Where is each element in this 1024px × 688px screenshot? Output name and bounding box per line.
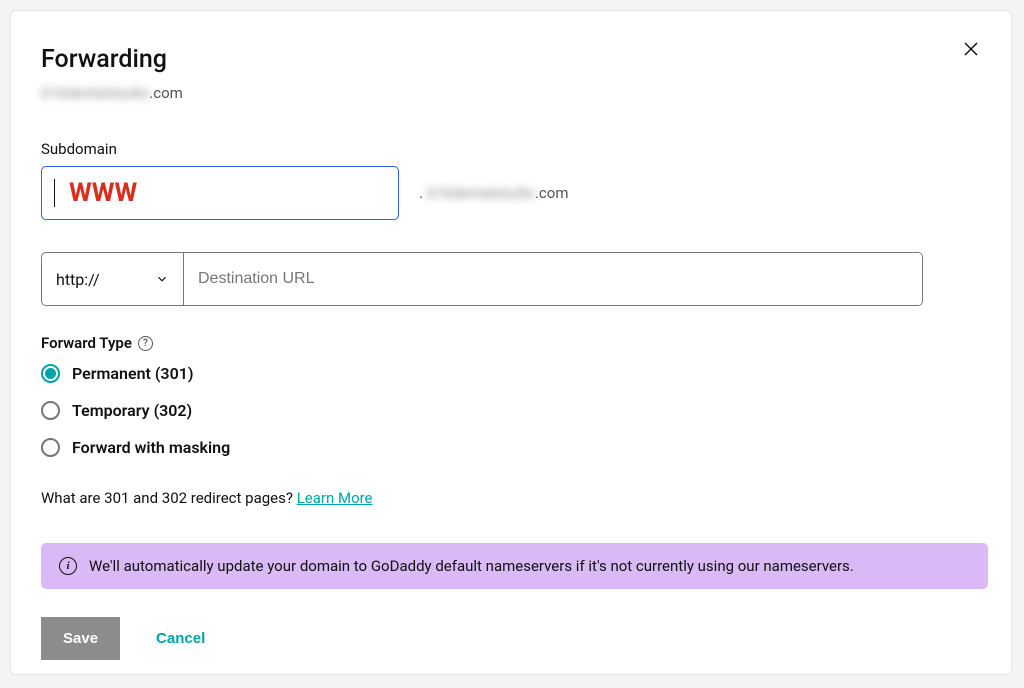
chevron-down-icon bbox=[155, 272, 169, 286]
protocol-select[interactable]: http:// bbox=[42, 253, 184, 305]
radio-forward-masking[interactable]: Forward with masking bbox=[41, 438, 981, 457]
info-icon: i bbox=[59, 557, 77, 575]
destination-url-input[interactable] bbox=[184, 253, 922, 305]
nameserver-notice: i We'll automatically update your domain… bbox=[41, 543, 988, 589]
subdomain-label: Subdomain bbox=[41, 140, 981, 158]
suffix-blurred-part: 616dentalstudio bbox=[427, 184, 535, 202]
radio-label: Permanent (301) bbox=[72, 364, 193, 383]
radio-icon bbox=[41, 401, 60, 420]
close-button[interactable] bbox=[959, 37, 983, 61]
subdomain-domain-suffix: . 616dentalstudio.com bbox=[419, 184, 568, 202]
destination-url-row: http:// bbox=[41, 252, 923, 306]
text-cursor bbox=[54, 179, 55, 207]
forward-type-label-row: Forward Type ? bbox=[41, 334, 981, 352]
domain-suffix: .com bbox=[149, 84, 183, 102]
forward-type-radio-group: Permanent (301) Temporary (302) Forward … bbox=[41, 364, 981, 457]
button-row: Save Cancel bbox=[41, 617, 981, 660]
subdomain-row: WWW . 616dentalstudio.com bbox=[41, 166, 981, 220]
domain-name: 616dentalstudio.com bbox=[41, 84, 981, 102]
radio-icon bbox=[41, 364, 60, 383]
learn-more-row: What are 301 and 302 redirect pages? Lea… bbox=[41, 489, 981, 507]
subdomain-input[interactable]: WWW bbox=[41, 166, 399, 220]
help-icon[interactable]: ? bbox=[138, 336, 153, 351]
subdomain-value: WWW bbox=[69, 178, 137, 208]
domain-blurred-part: 616dentalstudio bbox=[41, 84, 149, 102]
radio-icon bbox=[41, 438, 60, 457]
radio-label: Forward with masking bbox=[72, 438, 230, 457]
page-title: Forwarding bbox=[41, 45, 981, 74]
notice-text: We'll automatically update your domain t… bbox=[89, 557, 854, 575]
close-icon bbox=[962, 40, 980, 58]
radio-temporary-302[interactable]: Temporary (302) bbox=[41, 401, 981, 420]
cancel-button[interactable]: Cancel bbox=[156, 630, 205, 647]
suffix-tld: .com bbox=[535, 184, 569, 202]
radio-permanent-301[interactable]: Permanent (301) bbox=[41, 364, 981, 383]
forwarding-modal: Forwarding 616dentalstudio.com Subdomain… bbox=[10, 10, 1012, 675]
save-button[interactable]: Save bbox=[41, 617, 120, 660]
radio-label: Temporary (302) bbox=[72, 401, 192, 420]
forward-type-label: Forward Type bbox=[41, 334, 132, 352]
learn-more-link[interactable]: Learn More bbox=[297, 489, 373, 507]
learn-text: What are 301 and 302 redirect pages? bbox=[41, 489, 297, 507]
protocol-value: http:// bbox=[56, 270, 100, 289]
